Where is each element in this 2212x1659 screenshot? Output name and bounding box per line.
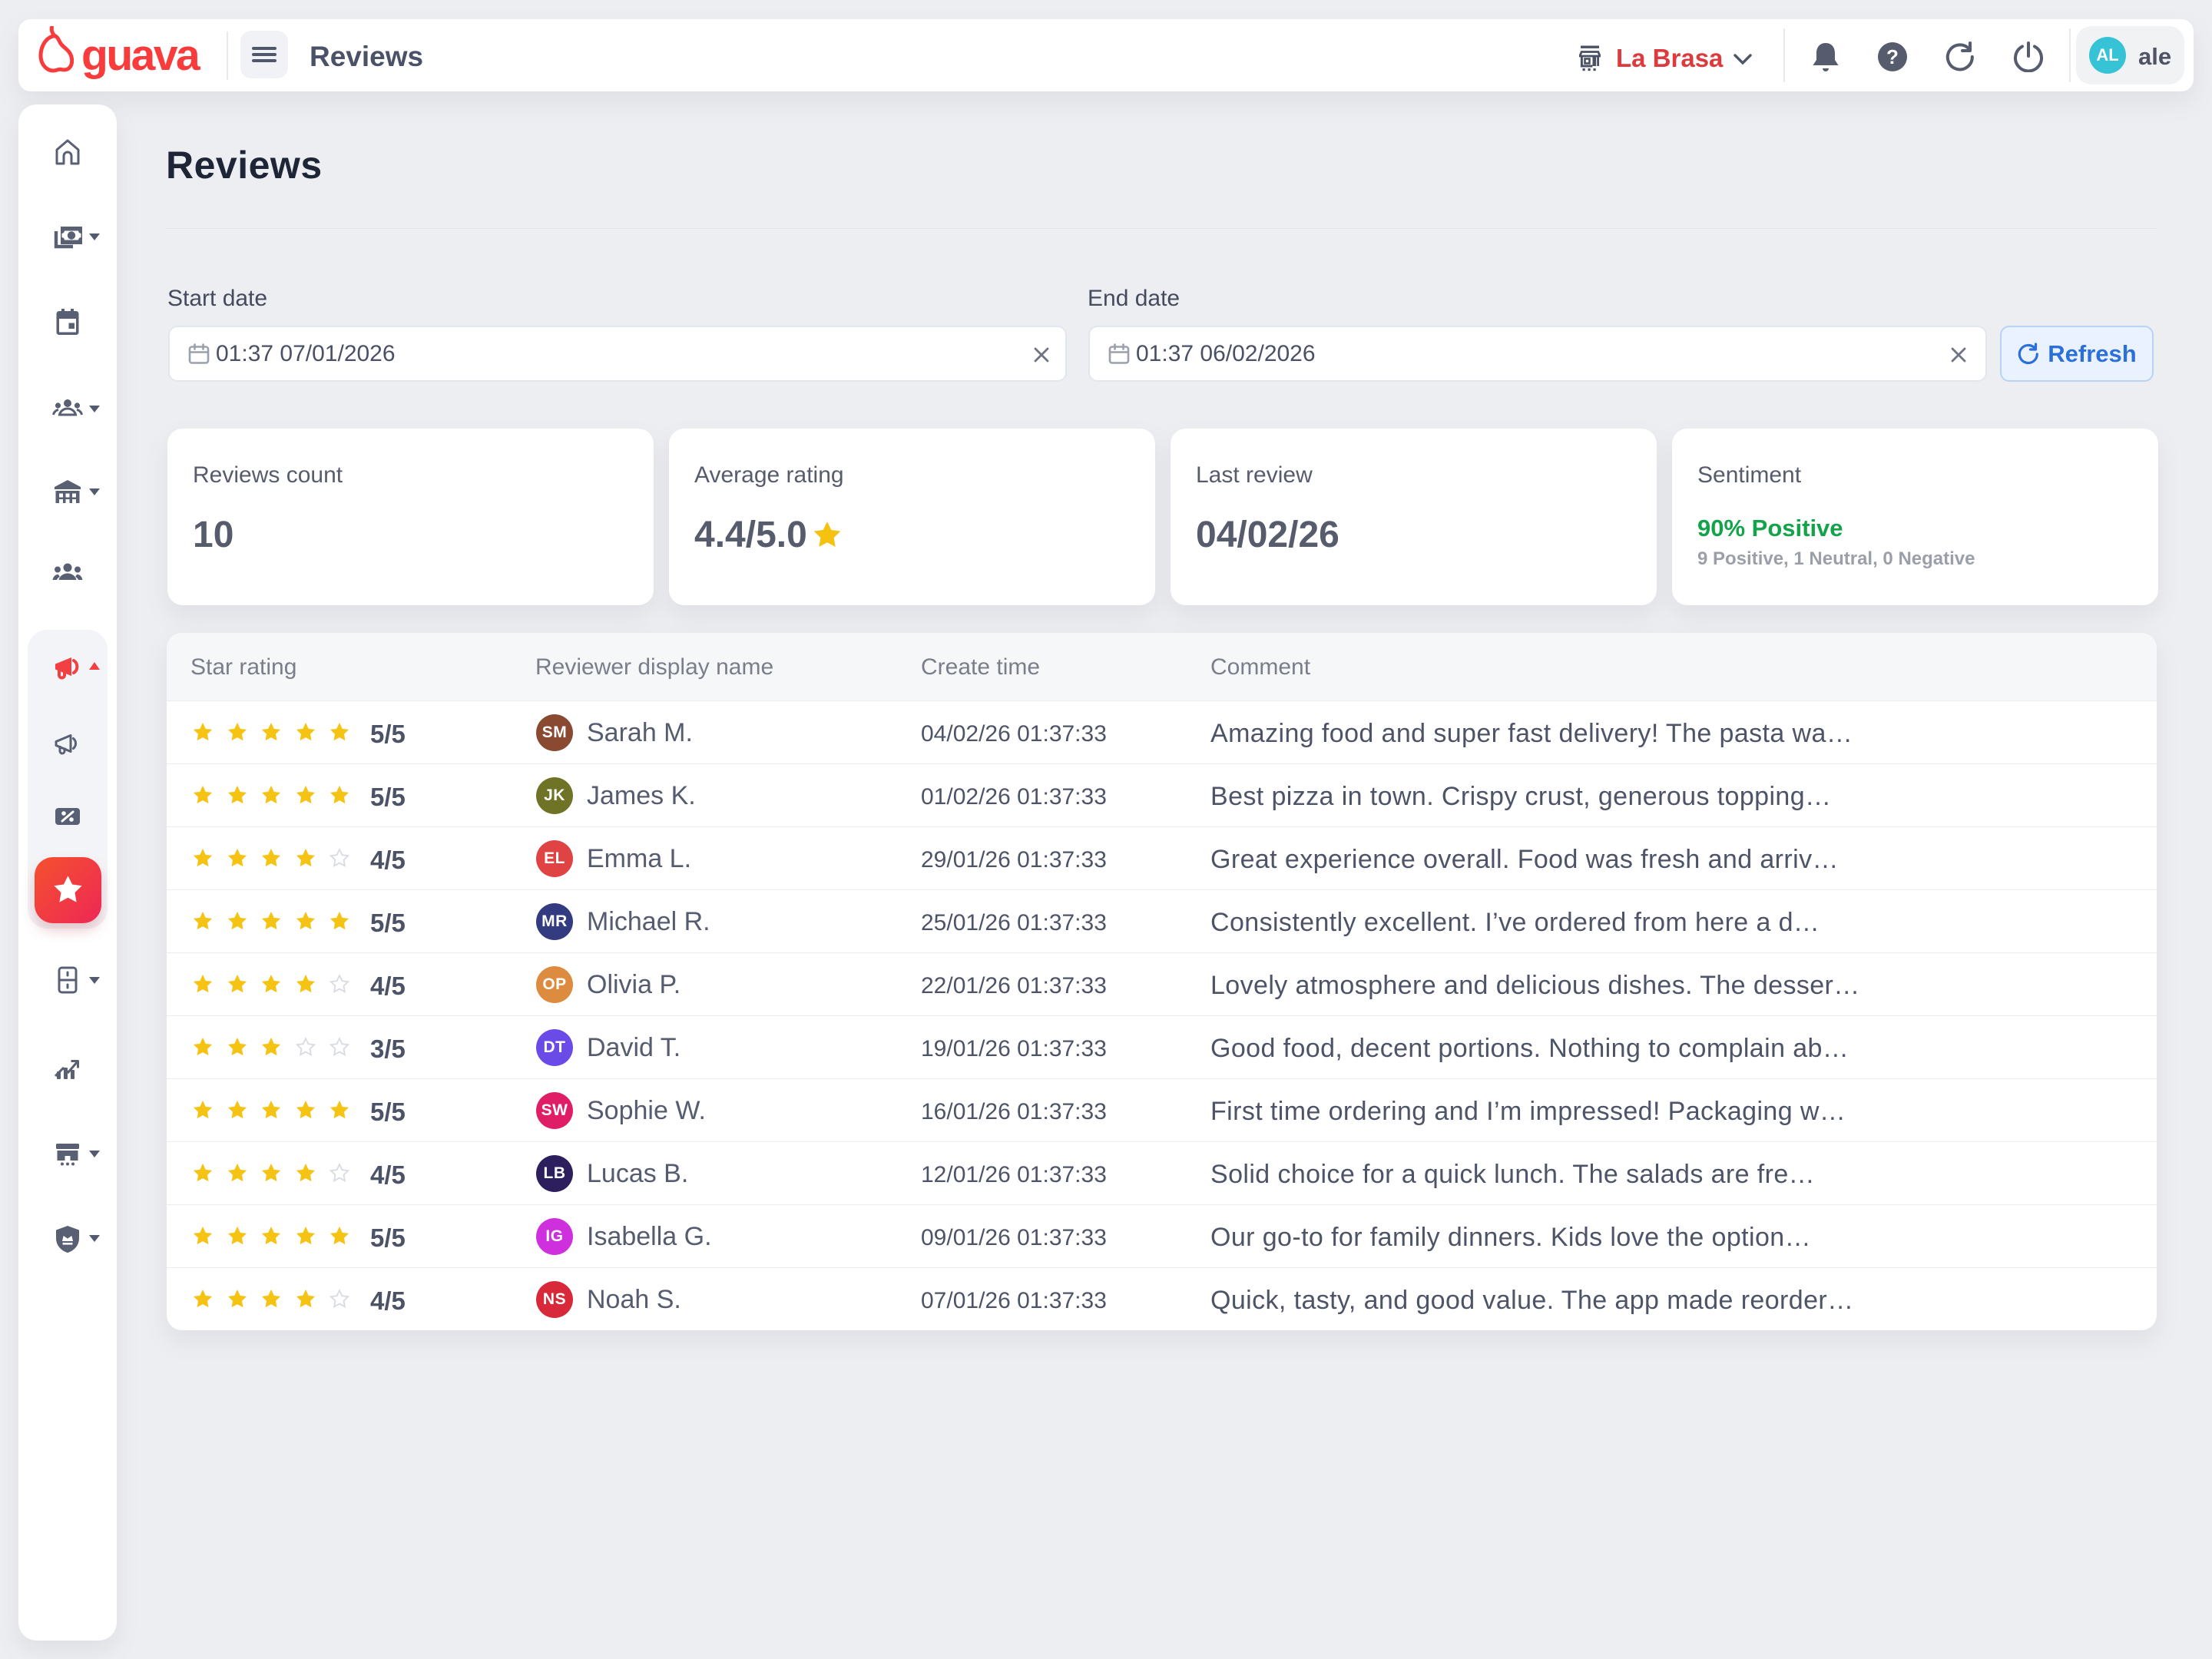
svg-text:?: ?: [1886, 45, 1899, 68]
